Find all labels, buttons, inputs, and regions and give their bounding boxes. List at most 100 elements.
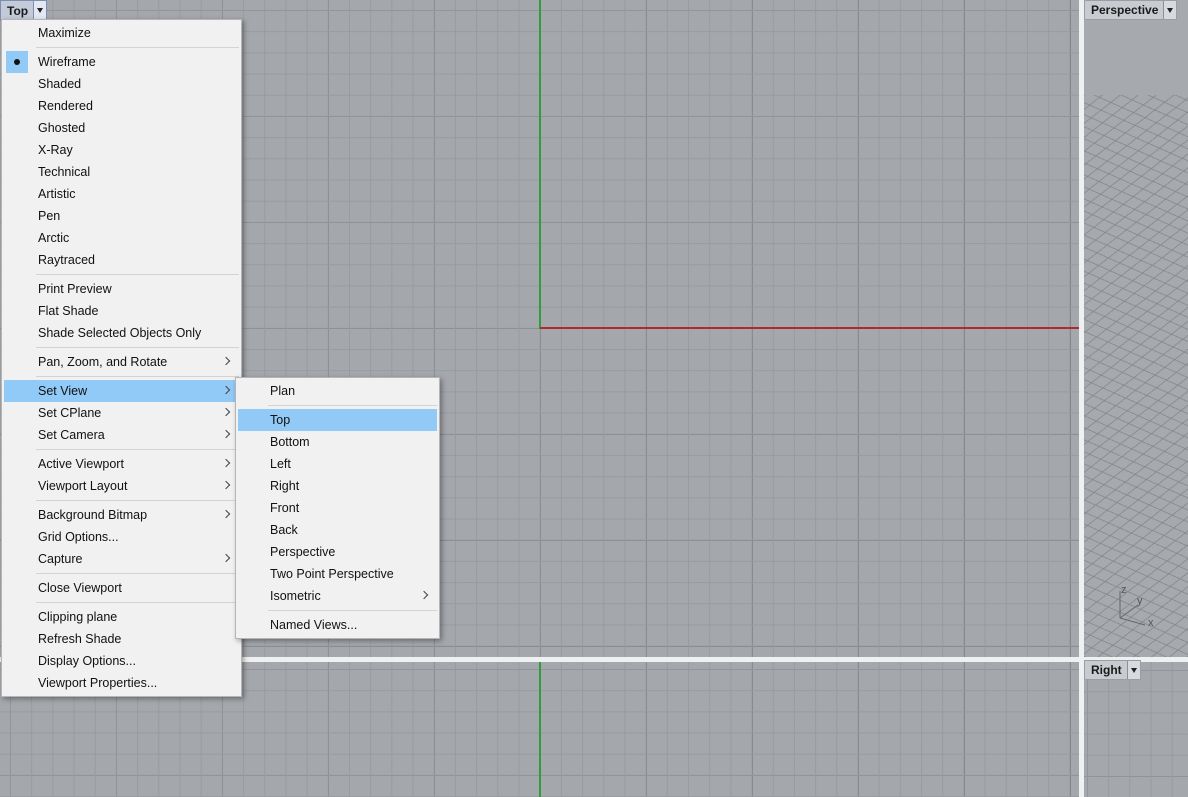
menu-separator xyxy=(36,47,239,48)
submenu-item-right[interactable]: Right xyxy=(238,475,437,497)
menu-separator xyxy=(268,610,437,611)
menu-item-label: X-Ray xyxy=(38,143,73,157)
menu-item-label: Display Options... xyxy=(38,654,136,668)
menu-item-label: Artistic xyxy=(38,187,76,201)
menu-item-label: Two Point Perspective xyxy=(270,567,394,581)
menu-item-label: Background Bitmap xyxy=(38,508,148,522)
menu-item-shaded[interactable]: Shaded xyxy=(4,73,239,95)
submenu-item-top[interactable]: Top xyxy=(238,409,437,431)
chevron-right-icon xyxy=(223,407,230,418)
viewport-context-menu: Maximize Wireframe Shaded Rendered Ghost… xyxy=(1,19,242,697)
viewport-tab-top[interactable]: Top xyxy=(0,0,48,21)
menu-item-raytraced[interactable]: Raytraced xyxy=(4,249,239,271)
menu-item-label: Capture xyxy=(38,552,83,566)
menu-item-print-preview[interactable]: Print Preview xyxy=(4,278,239,300)
menu-item-refresh-shade[interactable]: Refresh Shade xyxy=(4,628,239,650)
menu-item-label: Right xyxy=(270,479,300,493)
menu-item-pan-zoom-rotate[interactable]: Pan, Zoom, and Rotate xyxy=(4,351,239,373)
submenu-item-left[interactable]: Left xyxy=(238,453,437,475)
menu-separator xyxy=(36,274,239,275)
menu-item-set-view[interactable]: Set View xyxy=(4,380,239,402)
menu-item-viewport-properties[interactable]: Viewport Properties... xyxy=(4,672,239,694)
menu-item-label: Set Camera xyxy=(38,428,105,442)
viewport-tab-label: Perspective xyxy=(1091,3,1159,17)
menu-item-label: Back xyxy=(270,523,298,537)
menu-item-label: Clipping plane xyxy=(38,610,118,624)
viewport-tab-label: Top xyxy=(7,3,29,18)
menu-item-shade-selected[interactable]: Shade Selected Objects Only xyxy=(4,322,239,344)
menu-item-label: Set View xyxy=(38,384,88,398)
menu-item-flat-shade[interactable]: Flat Shade xyxy=(4,300,239,322)
menu-item-label: Technical xyxy=(38,165,91,179)
menu-item-label: Front xyxy=(270,501,300,515)
viewport-tab-perspective[interactable]: Perspective xyxy=(1084,0,1178,20)
menu-item-label: Arctic xyxy=(38,231,70,245)
axis-widget: z y x xyxy=(1110,583,1160,633)
menu-item-grid-options[interactable]: Grid Options... xyxy=(4,526,239,548)
menu-item-label: Top xyxy=(270,413,291,427)
submenu-item-two-point-perspective[interactable]: Two Point Perspective xyxy=(238,563,437,585)
viewport-tab-right[interactable]: Right xyxy=(1084,660,1141,680)
right-viewport[interactable] xyxy=(1084,662,1188,797)
menu-item-label: Ghosted xyxy=(38,121,86,135)
menu-item-xray[interactable]: X-Ray xyxy=(4,139,239,161)
chevron-right-icon xyxy=(223,553,230,564)
chevron-right-icon xyxy=(223,385,230,396)
chevron-right-icon xyxy=(223,480,230,491)
menu-item-ghosted[interactable]: Ghosted xyxy=(4,117,239,139)
menu-item-pen[interactable]: Pen xyxy=(4,205,239,227)
menu-item-active-viewport[interactable]: Active Viewport xyxy=(4,453,239,475)
menu-item-rendered[interactable]: Rendered xyxy=(4,95,239,117)
menu-item-label: Shaded xyxy=(38,77,82,91)
menu-item-label: Refresh Shade xyxy=(38,632,122,646)
menu-separator xyxy=(36,500,239,501)
submenu-item-back[interactable]: Back xyxy=(238,519,437,541)
menu-item-maximize[interactable]: Maximize xyxy=(4,22,239,44)
z-axis-line xyxy=(539,662,541,797)
menu-item-label: Viewport Layout xyxy=(38,479,128,493)
menu-item-technical[interactable]: Technical xyxy=(4,161,239,183)
menu-item-label: Perspective xyxy=(270,545,336,559)
submenu-item-bottom[interactable]: Bottom xyxy=(238,431,437,453)
menu-item-label: Flat Shade xyxy=(38,304,99,318)
menu-item-close-viewport[interactable]: Close Viewport xyxy=(4,577,239,599)
chevron-right-icon xyxy=(421,590,428,601)
dropdown-arrow-icon[interactable] xyxy=(1163,1,1177,19)
menu-item-background-bitmap[interactable]: Background Bitmap xyxy=(4,504,239,526)
menu-item-label: Bottom xyxy=(270,435,310,449)
radio-check-icon xyxy=(6,51,28,73)
chevron-right-icon xyxy=(223,458,230,469)
menu-item-label: Pen xyxy=(38,209,61,223)
menu-item-artistic[interactable]: Artistic xyxy=(4,183,239,205)
menu-item-label: Wireframe xyxy=(38,55,96,69)
menu-item-label: Isometric xyxy=(270,589,321,603)
submenu-item-perspective[interactable]: Perspective xyxy=(238,541,437,563)
chevron-right-icon xyxy=(223,356,230,367)
submenu-item-plan[interactable]: Plan xyxy=(238,380,437,402)
menu-item-label: Left xyxy=(270,457,291,471)
menu-item-set-camera[interactable]: Set Camera xyxy=(4,424,239,446)
menu-item-capture[interactable]: Capture xyxy=(4,548,239,570)
menu-item-viewport-layout[interactable]: Viewport Layout xyxy=(4,475,239,497)
menu-item-label: Pan, Zoom, and Rotate xyxy=(38,355,168,369)
perspective-viewport[interactable] xyxy=(1084,0,1188,657)
menu-item-label: Print Preview xyxy=(38,282,112,296)
submenu-item-front[interactable]: Front xyxy=(238,497,437,519)
menu-item-set-cplane[interactable]: Set CPlane xyxy=(4,402,239,424)
menu-item-clipping-plane[interactable]: Clipping plane xyxy=(4,606,239,628)
menu-item-label: Named Views... xyxy=(270,618,358,632)
menu-item-label: Shade Selected Objects Only xyxy=(38,326,202,340)
viewport-tab-label: Right xyxy=(1091,663,1122,677)
submenu-item-isometric[interactable]: Isometric xyxy=(238,585,437,607)
menu-item-label: Close Viewport xyxy=(38,581,122,595)
dropdown-arrow-icon[interactable] xyxy=(1126,661,1140,679)
submenu-item-named-views[interactable]: Named Views... xyxy=(238,614,437,636)
dropdown-arrow-icon[interactable] xyxy=(33,1,47,20)
menu-item-wireframe[interactable]: Wireframe xyxy=(4,51,239,73)
menu-item-display-options[interactable]: Display Options... xyxy=(4,650,239,672)
axis-z-label: z xyxy=(1121,584,1127,596)
menu-separator xyxy=(268,405,437,406)
menu-separator xyxy=(36,449,239,450)
menu-item-arctic[interactable]: Arctic xyxy=(4,227,239,249)
axis-y-label: y xyxy=(1137,595,1143,607)
